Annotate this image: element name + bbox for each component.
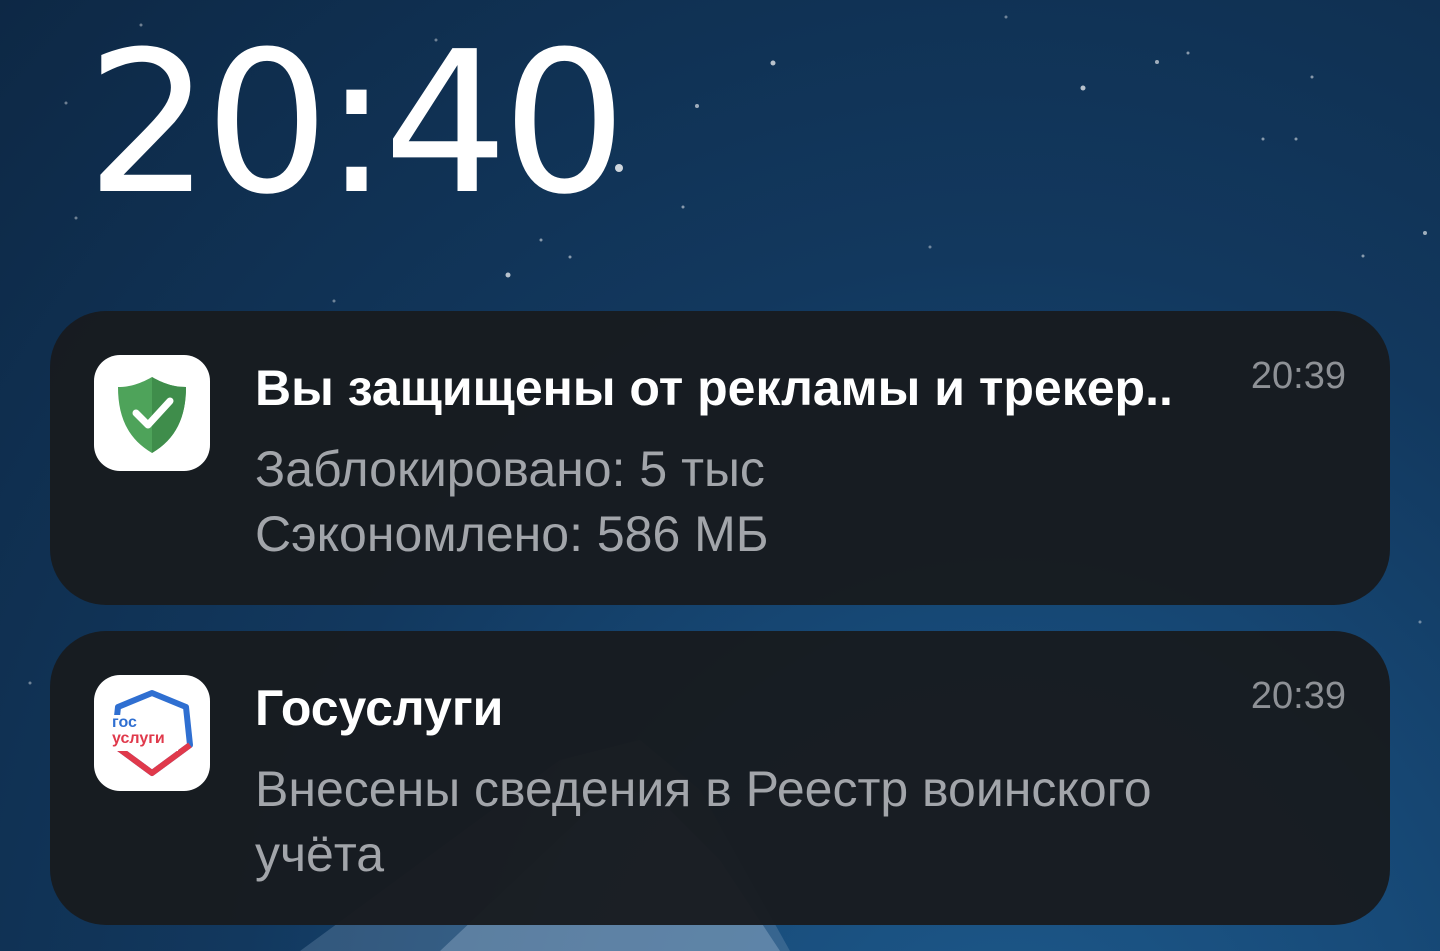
notification-card-adguard[interactable]: Вы защищены от рекламы и трекер.. 20:39 … bbox=[50, 311, 1390, 605]
gosuslugi-logo-icon: гос услуги bbox=[94, 675, 210, 791]
gosuslugi-logo-text-bottom: услуги bbox=[112, 730, 165, 747]
lockscreen-clock: 20:40 bbox=[86, 10, 627, 238]
notification-title: Госуслуги bbox=[255, 680, 504, 736]
adguard-shield-icon bbox=[94, 355, 210, 471]
notification-time: 20:39 bbox=[1250, 675, 1346, 717]
gosuslugi-logo-text-top: гос bbox=[112, 714, 137, 731]
notification-title: Вы защищены от рекламы и трекер.. bbox=[255, 360, 1173, 416]
notification-body-line: Сэкономлено: 586 МБ bbox=[255, 506, 769, 562]
notification-body-line: Заблокировано: 5 тыс bbox=[255, 441, 765, 497]
notification-time: 20:39 bbox=[1250, 355, 1346, 397]
notification-body-line: Внесены сведения в Реестр воинского bbox=[255, 761, 1152, 817]
notification-card-gosuslugi[interactable]: гос услуги Госуслуги 20:39 Внесены сведе… bbox=[50, 631, 1390, 925]
notification-body-line: учёта bbox=[255, 826, 385, 882]
